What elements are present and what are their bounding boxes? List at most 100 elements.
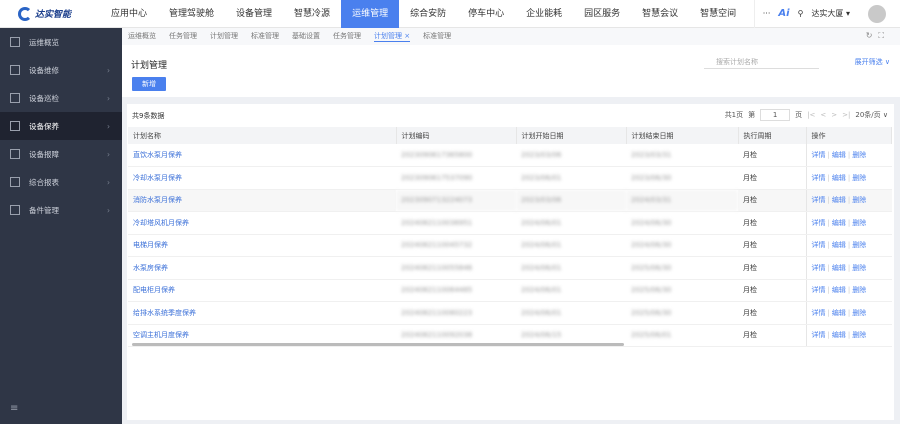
page-size-select[interactable]: 20条/页 ∨ <box>855 110 888 120</box>
plan-name-link[interactable]: 水泵房保养 <box>128 256 396 280</box>
detail-link[interactable]: 详情 <box>812 309 826 317</box>
horizontal-scrollbar[interactable] <box>132 343 624 346</box>
edit-link[interactable]: 编辑 <box>832 264 846 272</box>
sidebar: 运维概览 设备维修 › 设备巡检 › 设备保养 › 设备报障 › 综合报表 › 备件管理 › ≡ <box>0 28 122 424</box>
nav-item[interactable]: 智慧会议 <box>631 0 689 28</box>
last-page-button[interactable]: >| <box>842 111 850 119</box>
site-selector[interactable]: 达实大厦 ▾ <box>811 8 850 19</box>
delete-link[interactable]: 删除 <box>852 264 866 272</box>
nav-item[interactable]: 停车中心 <box>457 0 515 28</box>
delete-link[interactable]: 删除 <box>852 174 866 182</box>
detail-link[interactable]: 详情 <box>812 241 826 249</box>
nav-item[interactable]: 智慧冷源 <box>283 0 341 28</box>
table-cell: 2025/06/30 <box>626 279 738 302</box>
detail-link[interactable]: 详情 <box>812 331 826 339</box>
detail-link[interactable]: 详情 <box>812 264 826 272</box>
brand-logo[interactable]: 达实智能 <box>0 6 100 21</box>
tab[interactable]: 标准管理 <box>423 31 451 42</box>
menu-icon <box>10 177 20 187</box>
tab[interactable]: 计划管理 × <box>374 31 411 42</box>
first-page-button[interactable]: |< <box>807 111 815 119</box>
delete-link[interactable]: 删除 <box>852 309 866 317</box>
sidebar-item[interactable]: 备件管理 › <box>0 196 122 224</box>
tab[interactable]: 运维概览 <box>128 31 156 42</box>
sidebar-item[interactable]: 综合报表 › <box>0 168 122 196</box>
table-cell: 2025/06/01 <box>626 324 738 347</box>
detail-link[interactable]: 详情 <box>812 174 826 182</box>
edit-link[interactable]: 编辑 <box>832 286 846 294</box>
delete-link[interactable]: 删除 <box>852 331 866 339</box>
sidebar-item[interactable]: 设备保养 › <box>0 112 122 140</box>
page-input[interactable]: 1 <box>760 109 791 121</box>
plan-name-link[interactable]: 冷却水泵月保养 <box>128 166 396 190</box>
edit-link[interactable]: 编辑 <box>832 309 846 317</box>
more-menu-button[interactable]: ··· <box>763 9 771 18</box>
nav-item[interactable]: 智慧空间 <box>689 0 747 28</box>
plan-name-link[interactable]: 冷却塔风机月保养 <box>128 211 396 235</box>
detail-link[interactable]: 详情 <box>812 286 826 294</box>
table-cell: 2025/06/30 <box>626 256 738 280</box>
detail-link[interactable]: 详情 <box>812 219 826 227</box>
fullscreen-icon[interactable]: ⛶ <box>878 31 890 40</box>
table-row: 给排水系统季度保养 2024082110080223 2024/06/01 2025/… <box>128 301 892 325</box>
table-cell: 月检 <box>738 279 806 302</box>
delete-link[interactable]: 删除 <box>852 151 866 159</box>
delete-link[interactable]: 删除 <box>852 196 866 204</box>
edit-link[interactable]: 编辑 <box>832 331 846 339</box>
nav-item[interactable]: 设备管理 <box>225 0 283 28</box>
refresh-icon[interactable]: ↻ <box>866 31 879 40</box>
tab[interactable]: 标准管理 <box>251 31 279 42</box>
plan-name-link[interactable]: 给排水系统季度保养 <box>128 301 396 325</box>
sidebar-item[interactable]: 设备巡检 › <box>0 84 122 112</box>
plan-table: 计划名称 计划编码 计划开始日期 计划结束日期 执行周期 操作 直饮水泵月保养 202309… <box>128 127 892 347</box>
delete-link[interactable]: 删除 <box>852 219 866 227</box>
nav-item[interactable]: 运维管理 <box>341 0 400 28</box>
edit-link[interactable]: 编辑 <box>832 174 846 182</box>
table-row: 电梯月保养 2024082110045732 2024/06/01 2024/06/3… <box>128 234 892 257</box>
nav-item[interactable]: 管理驾驶舱 <box>158 0 225 28</box>
ai-icon[interactable]: Ai <box>778 8 789 19</box>
plan-name-link[interactable]: 消防水泵月保养 <box>128 189 396 212</box>
sidebar-item[interactable]: 运维概览 <box>0 28 122 56</box>
tab[interactable]: 计划管理 <box>210 31 238 42</box>
search-icon[interactable]: ⚲ <box>798 9 804 18</box>
edit-link[interactable]: 编辑 <box>832 196 846 204</box>
edit-link[interactable]: 编辑 <box>832 241 846 249</box>
tab[interactable]: 任务管理 <box>169 31 197 42</box>
plan-name-link[interactable]: 直饮水泵月保养 <box>128 144 396 167</box>
nav-item[interactable]: 园区服务 <box>573 0 631 28</box>
add-button[interactable]: 新增 <box>132 77 166 91</box>
plan-name-link[interactable]: 电梯月保养 <box>128 234 396 257</box>
nav-item[interactable]: 综合安防 <box>399 0 457 28</box>
tab[interactable]: 任务管理 <box>333 31 361 42</box>
delete-link[interactable]: 删除 <box>852 286 866 294</box>
expand-filter-button[interactable]: 展开筛选 ∨ <box>855 57 890 67</box>
edit-link[interactable]: 编辑 <box>832 219 846 227</box>
separator: | <box>847 241 851 250</box>
tab[interactable]: 基础设置 <box>292 31 320 42</box>
next-page-button[interactable]: > <box>831 111 837 119</box>
prev-page-button[interactable]: < <box>820 111 826 119</box>
table-cell: 2024/06/01 <box>516 279 626 302</box>
separator: | <box>847 151 851 159</box>
row-actions: 详情 | 编辑 | 删除 <box>805 166 892 190</box>
nav-item[interactable]: 应用中心 <box>100 0 158 28</box>
search-input[interactable]: 搜索计划名称 <box>704 57 819 69</box>
plan-name-link[interactable]: 配电柜月保养 <box>128 279 396 302</box>
sidebar-item[interactable]: 设备维修 › <box>0 56 122 84</box>
avatar[interactable] <box>868 4 886 23</box>
pagination: 共1页 第 1 页 |< < > >| 20条/页 ∨ <box>725 109 888 121</box>
sidebar-item-label: 设备巡检 <box>29 93 59 103</box>
table-cell: 2023/06/30 <box>626 166 738 190</box>
edit-link[interactable]: 编辑 <box>832 151 846 159</box>
row-actions: 详情 | 编辑 | 删除 <box>805 211 892 235</box>
table-cell: 2024/06/01 <box>516 234 626 257</box>
separator: | <box>847 286 851 295</box>
detail-link[interactable]: 详情 <box>812 151 826 159</box>
nav-item[interactable]: 企业能耗 <box>515 0 573 28</box>
collapse-sidebar-icon[interactable]: ≡ <box>10 403 18 414</box>
detail-link[interactable]: 详情 <box>812 196 826 204</box>
chevron-right-icon: › <box>107 205 110 215</box>
sidebar-item[interactable]: 设备报障 › <box>0 140 122 168</box>
delete-link[interactable]: 删除 <box>852 241 866 249</box>
